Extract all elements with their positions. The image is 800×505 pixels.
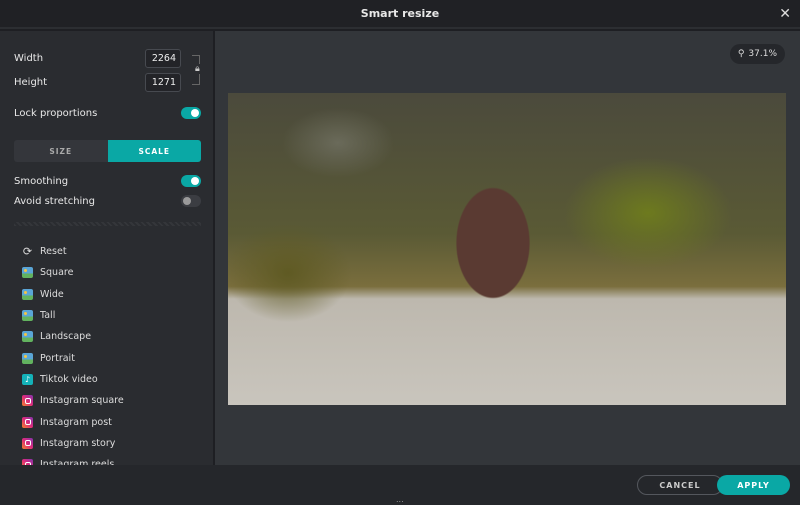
image-icon xyxy=(22,267,33,279)
image-icon xyxy=(22,331,33,343)
image-icon xyxy=(22,288,33,300)
preset-label: Instagram square xyxy=(40,395,124,407)
preset-portrait[interactable]: Portrait xyxy=(22,347,207,368)
avoid-stretching-row: Avoid stretching xyxy=(14,195,201,207)
smoothing-toggle[interactable] xyxy=(181,175,201,187)
preset-list: ⟳ Reset Square Wide Tall Landscape Portra… xyxy=(22,241,207,486)
preset-instagram-post[interactable]: Instagram post xyxy=(22,411,207,432)
title-bar: Smart resize ✕ xyxy=(0,0,800,29)
tiktok-icon: ♪ xyxy=(22,373,33,385)
search-icon: ⚲ xyxy=(737,49,745,59)
preset-landscape[interactable]: Landscape xyxy=(22,326,207,347)
instagram-icon xyxy=(22,395,33,407)
apply-button[interactable]: APPLY xyxy=(717,475,790,495)
preset-reset[interactable]: ⟳ Reset xyxy=(22,241,207,262)
preset-wide[interactable]: Wide xyxy=(22,284,207,305)
preset-tiktok-video[interactable]: ♪ Tiktok video xyxy=(22,369,207,390)
close-icon[interactable]: ✕ xyxy=(779,6,791,22)
instagram-icon xyxy=(22,437,33,449)
divider xyxy=(14,222,201,226)
width-row: Width 2264 xyxy=(14,49,181,68)
smoothing-row: Smoothing xyxy=(14,175,201,187)
preview-canvas: ⚲ 37.1% xyxy=(215,31,800,465)
smoothing-label: Smoothing xyxy=(14,175,69,187)
lock-icon[interactable]: 🔒︎ xyxy=(195,64,200,74)
preset-instagram-square[interactable]: Instagram square xyxy=(22,390,207,411)
dialog-title: Smart resize xyxy=(360,7,440,20)
preset-label: Tall xyxy=(40,310,56,322)
image-icon xyxy=(22,352,33,364)
reset-icon: ⟳ xyxy=(22,245,33,259)
preset-label: Instagram post xyxy=(40,416,112,428)
more-handle[interactable]: ... xyxy=(396,496,404,504)
preview-image xyxy=(228,93,786,405)
lock-proportions-label: Lock proportions xyxy=(14,107,98,119)
preset-label: Landscape xyxy=(40,331,92,343)
preset-tall[interactable]: Tall xyxy=(22,305,207,326)
settings-panel: Width 2264 Height 1271 🔒︎ Lock proportio… xyxy=(0,31,213,505)
preset-instagram-story[interactable]: Instagram story xyxy=(22,433,207,454)
height-input[interactable]: 1271 xyxy=(145,73,181,92)
zoom-value: 37.1% xyxy=(748,49,777,59)
preset-square[interactable]: Square xyxy=(22,262,207,283)
lock-proportions-row: Lock proportions xyxy=(14,107,201,119)
cancel-button[interactable]: CANCEL xyxy=(637,475,723,495)
image-icon xyxy=(22,310,33,322)
width-input[interactable]: 2264 xyxy=(145,49,181,68)
width-label: Width xyxy=(14,53,44,64)
avoid-stretching-label: Avoid stretching xyxy=(14,195,95,207)
instagram-icon xyxy=(22,416,33,428)
preset-label: Square xyxy=(40,267,74,279)
preset-label: Reset xyxy=(40,246,67,258)
scale-tab[interactable]: SCALE xyxy=(107,140,201,162)
lock-proportions-toggle[interactable] xyxy=(181,107,201,119)
size-tab[interactable]: SIZE xyxy=(14,140,108,162)
preset-label: Instagram story xyxy=(40,437,116,449)
height-label: Height xyxy=(14,77,48,88)
preset-label: Portrait xyxy=(40,352,75,364)
mode-segmented-control: SIZE SCALE xyxy=(14,140,201,162)
avoid-stretching-toggle[interactable] xyxy=(181,195,201,207)
preset-label: Wide xyxy=(40,288,64,300)
preset-label: Tiktok video xyxy=(40,373,98,385)
height-row: Height 1271 xyxy=(14,73,181,92)
zoom-indicator[interactable]: ⚲ 37.1% xyxy=(729,44,785,64)
